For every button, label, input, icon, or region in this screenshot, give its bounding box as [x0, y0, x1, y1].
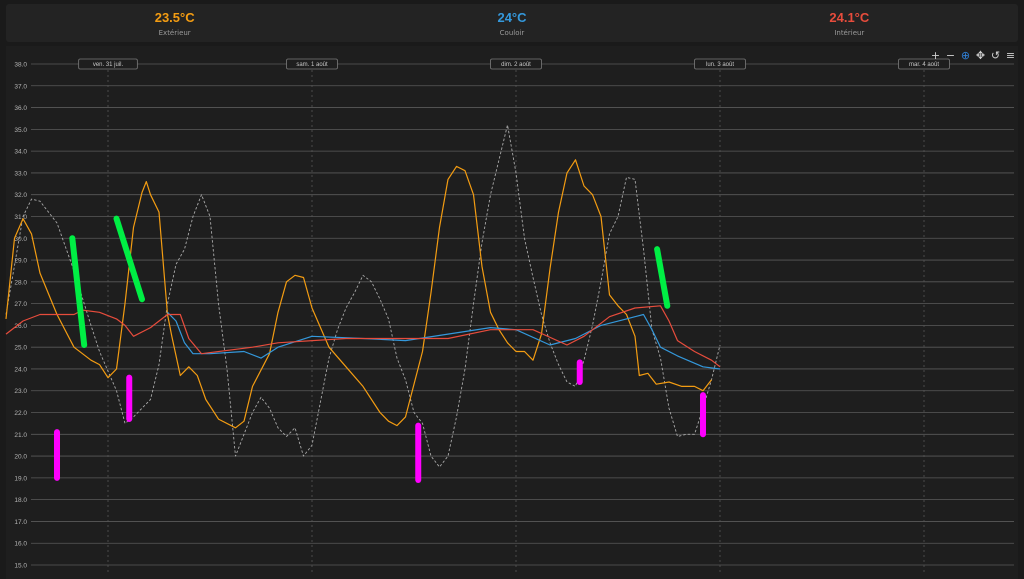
reset-icon[interactable]: ↺: [990, 50, 1001, 61]
annotation-stroke: [113, 215, 145, 303]
chart-toolbar: + − ⊕ ✥ ↺ ≡: [930, 50, 1016, 61]
y-tick-label: 23.0: [14, 388, 27, 395]
y-tick-label: 37.0: [14, 83, 27, 90]
y-tick-label: 21.0: [14, 432, 27, 439]
annotation-stroke: [654, 246, 671, 309]
y-tick-label: 35.0: [14, 127, 27, 134]
day-label: sam. 1 août: [296, 62, 328, 68]
zoom-out-icon[interactable]: −: [945, 50, 956, 61]
y-tick-label: 30.0: [14, 236, 27, 243]
y-tick-label: 36.0: [14, 105, 27, 112]
day-label: mar. 4 août: [909, 62, 939, 68]
day-label: ven. 31 juil.: [93, 62, 124, 68]
y-tick-label: 33.0: [14, 170, 27, 177]
y-tick-label: 29.0: [14, 258, 27, 265]
series-line-tendance: [5, 124, 721, 468]
y-tick-label: 34.0: [14, 149, 27, 156]
y-tick-label: 31.0: [14, 214, 27, 221]
y-tick-label: 25.0: [14, 345, 27, 352]
y-tick-label: 32.0: [14, 192, 27, 199]
series-line-intrieur: [5, 305, 721, 368]
y-tick-label: 16.0: [14, 541, 27, 548]
y-tick-label: 18.0: [14, 497, 27, 504]
y-tick-label: 27.0: [14, 301, 27, 308]
day-label: dim. 2 août: [501, 62, 531, 68]
pan-icon[interactable]: ✥: [975, 50, 986, 61]
y-tick-label: 20.0: [14, 454, 27, 461]
y-tick-label: 15.0: [14, 563, 27, 570]
y-tick-label: 17.0: [14, 519, 27, 526]
temperature-chart[interactable]: 15.0 16.0 17.0 18.0 19.0 20.0 21.0 22.0 23.0 24.0…: [0, 0, 1024, 579]
y-tick-label: 38.0: [14, 62, 27, 69]
zoom-in-icon[interactable]: +: [930, 50, 941, 61]
annotation-stroke: [69, 235, 88, 348]
series-line-extrieur: [5, 159, 712, 429]
menu-icon[interactable]: ≡: [1005, 50, 1016, 61]
y-tick-label: 24.0: [14, 366, 27, 373]
y-tick-label: 19.0: [14, 475, 27, 482]
y-tick-label: 28.0: [14, 279, 27, 286]
zoom-selection-icon[interactable]: ⊕: [960, 50, 971, 61]
day-label: lun. 3 août: [706, 62, 734, 68]
y-tick-label: 22.0: [14, 410, 27, 417]
